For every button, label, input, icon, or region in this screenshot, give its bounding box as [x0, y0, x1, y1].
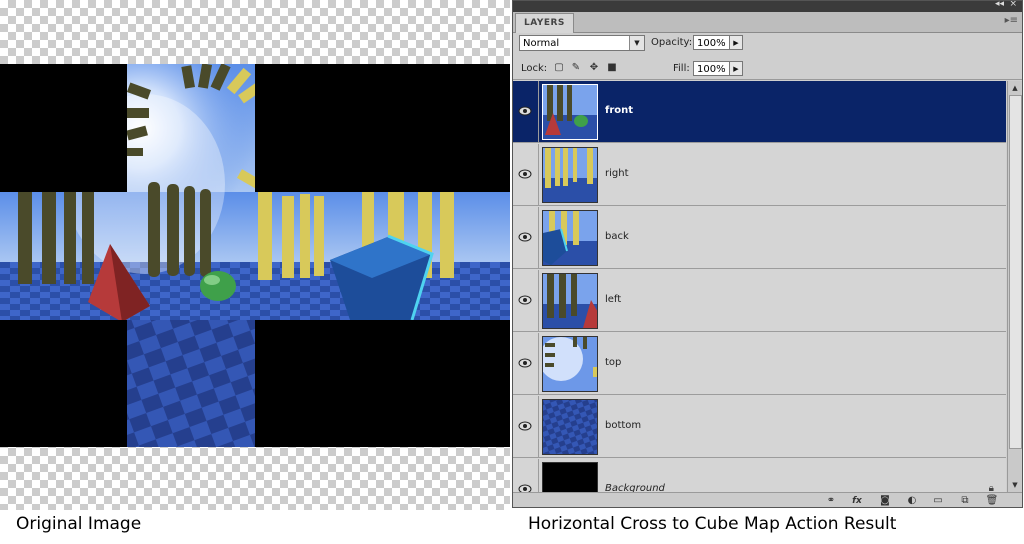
- mask-icon[interactable]: ◙: [878, 495, 892, 507]
- scroll-up-icon[interactable]: ▲: [1008, 81, 1022, 95]
- eye-icon: [518, 421, 532, 431]
- layers-bottom-toolbar: ⚭ fx ◙ ◐ ▭ ⧉ 🗑︎: [513, 492, 1022, 507]
- tab-layers[interactable]: LAYERS: [515, 13, 574, 33]
- panel-menu-icon[interactable]: ▸≡: [1005, 15, 1018, 26]
- lock-label: Lock:: [521, 63, 548, 74]
- lock-image-brush-icon[interactable]: ✎: [570, 62, 582, 74]
- blend-opacity-row: Normal ▼ Opacity: 100% ▶: [513, 33, 1022, 55]
- lock-position-move-icon[interactable]: ✥: [588, 62, 600, 74]
- lock-transparent-icon[interactable]: ▢: [553, 62, 565, 74]
- layer-row-bottom[interactable]: bottom: [513, 396, 1006, 458]
- horizontal-cross-image: [0, 64, 510, 447]
- visibility-toggle[interactable]: [513, 396, 539, 457]
- group-folder-icon[interactable]: ▭: [931, 495, 945, 507]
- tab-row: LAYERS ▸≡: [513, 12, 1022, 33]
- layer-name: right: [605, 168, 629, 179]
- panel-title-bar: ◂◂ ×: [513, 1, 1022, 12]
- visibility-toggle[interactable]: [513, 333, 539, 394]
- layer-row-right[interactable]: right: [513, 144, 1006, 206]
- fill-input[interactable]: 100%: [693, 61, 731, 76]
- layers-scrollbar[interactable]: ▲ ▼: [1007, 81, 1022, 492]
- link-icon[interactable]: ⚭: [824, 495, 838, 507]
- visibility-toggle[interactable]: [513, 459, 539, 492]
- opacity-label: Opacity:: [651, 37, 693, 48]
- caption-action-result: Horizontal Cross to Cube Map Action Resu…: [528, 514, 897, 534]
- layers-list: front right back left top bottom Backgro…: [513, 81, 1006, 492]
- collapse-panel-icon[interactable]: ◂◂: [995, 1, 1004, 9]
- fill-label: Fill:: [673, 63, 690, 74]
- scrollbar-thumb[interactable]: [1009, 95, 1022, 449]
- layer-thumbnail: [542, 336, 598, 392]
- layer-thumbnail: [542, 462, 598, 492]
- lock-all-icon[interactable]: ■: [606, 62, 618, 74]
- visibility-toggle[interactable]: [513, 270, 539, 331]
- layer-thumbnail: [542, 273, 598, 329]
- fx-icon[interactable]: fx: [850, 495, 864, 507]
- layer-row-back[interactable]: back: [513, 207, 1006, 269]
- layer-thumbnail: [542, 84, 598, 140]
- eye-icon: [518, 295, 532, 305]
- blend-mode-select[interactable]: Normal ▼: [519, 35, 645, 51]
- layer-row-top[interactable]: top: [513, 333, 1006, 395]
- layer-thumbnail: [542, 147, 598, 203]
- lock-fill-row: Lock: ▢ ✎ ✥ ■ Fill: 100% ▶: [513, 59, 1022, 80]
- chevron-down-icon[interactable]: ▼: [629, 36, 644, 50]
- fill-slider-button[interactable]: ▶: [729, 61, 743, 76]
- close-panel-icon[interactable]: ×: [1009, 1, 1017, 9]
- eye-icon: [518, 169, 532, 179]
- blend-mode-value: Normal: [523, 38, 560, 49]
- layer-thumbnail: [542, 210, 598, 266]
- layer-row-background[interactable]: Background 🔒︎: [513, 459, 1006, 492]
- adjustment-icon[interactable]: ◐: [905, 495, 919, 507]
- layer-name: back: [605, 231, 629, 242]
- visibility-toggle[interactable]: [513, 144, 539, 205]
- layer-name: top: [605, 357, 622, 368]
- visibility-toggle[interactable]: [513, 207, 539, 268]
- eye-icon: [518, 358, 532, 368]
- opacity-slider-button[interactable]: ▶: [729, 35, 743, 50]
- layer-name: Background: [605, 483, 665, 492]
- visibility-toggle[interactable]: [513, 81, 539, 142]
- trash-icon[interactable]: 🗑︎: [985, 495, 999, 507]
- layer-name: front: [605, 105, 634, 116]
- eye-icon: [518, 106, 532, 116]
- caption-original-image: Original Image: [16, 514, 142, 534]
- layer-name: bottom: [605, 420, 642, 431]
- layers-panel: ◂◂ × LAYERS ▸≡ Normal ▼ Opacity: 100% ▶ …: [512, 0, 1023, 508]
- eye-icon: [518, 484, 532, 492]
- layer-thumbnail: [542, 399, 598, 455]
- original-image-canvas: [0, 0, 510, 510]
- opacity-input[interactable]: 100%: [693, 35, 731, 50]
- layer-name: left: [605, 294, 622, 305]
- scroll-down-icon[interactable]: ▼: [1008, 478, 1022, 492]
- eye-icon: [518, 232, 532, 242]
- lock-icon: 🔒︎: [988, 483, 994, 492]
- layer-row-left[interactable]: left: [513, 270, 1006, 332]
- new-layer-icon[interactable]: ⧉: [958, 495, 972, 507]
- layer-row-front[interactable]: front: [513, 81, 1006, 143]
